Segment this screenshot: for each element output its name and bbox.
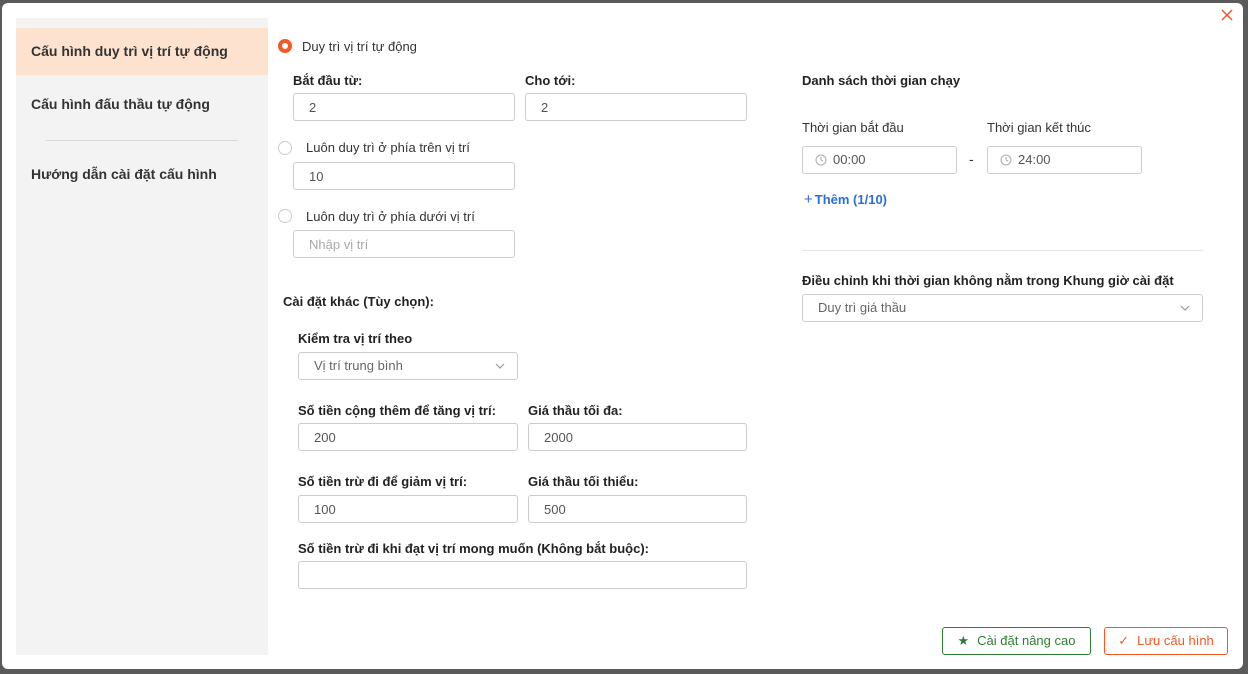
radio-auto-position[interactable] [278, 39, 292, 53]
radio-auto-position-label: Duy trì vị trí tự động [302, 39, 417, 54]
start-time-label: Thời gian bắt đầu [802, 120, 904, 135]
time-separator: - [969, 151, 974, 167]
advanced-settings-button[interactable]: ★ Cài đặt nâng cao [942, 627, 1091, 655]
start-time-input[interactable]: 00:00 [802, 146, 957, 174]
adjust-select[interactable]: Duy trì giá thầu [802, 294, 1203, 322]
radio-above-position-label: Luôn duy trì ở phía trên vị trí [306, 140, 470, 155]
above-position-input[interactable] [293, 162, 515, 190]
check-icon: ✓ [1118, 633, 1130, 648]
sidebar-item-guide[interactable]: Hướng dẫn cài đặt cấu hình [16, 151, 268, 198]
from-input[interactable] [293, 93, 515, 121]
sidebar-divider [46, 140, 238, 141]
adjust-label: Điều chỉnh khi thời gian không nằm trong… [802, 273, 1174, 288]
close-icon[interactable] [1219, 7, 1235, 23]
advanced-settings-label: Cài đặt nâng cao [977, 633, 1076, 648]
chevron-down-icon [1180, 305, 1190, 311]
min-bid-input[interactable] [528, 495, 747, 523]
config-modal: Cấu hình duy trì vị trí tự động Cấu hình… [2, 3, 1243, 669]
to-input[interactable] [525, 93, 747, 121]
decrease-amount-label: Số tiền trừ đi để giảm vị trí: [298, 474, 468, 489]
sidebar-item-auto-position[interactable]: Cấu hình duy trì vị trí tự động [16, 28, 268, 75]
save-config-button[interactable]: ✓ Lưu cấu hình [1104, 627, 1228, 655]
clock-icon [1000, 154, 1012, 166]
end-time-input[interactable]: 24:00 [987, 146, 1142, 174]
decrease-amount-input[interactable] [298, 495, 518, 523]
to-label: Cho tới: [525, 73, 576, 88]
chevron-down-icon [495, 363, 505, 369]
plus-icon: + [804, 191, 813, 208]
radio-below-position-label: Luôn duy trì ở phía dưới vị trí [306, 209, 475, 224]
adjust-value: Duy trì giá thầu [818, 300, 907, 315]
radio-below-position[interactable] [278, 209, 292, 223]
radio-above-position[interactable] [278, 141, 292, 155]
increase-amount-input[interactable] [298, 423, 518, 451]
from-label: Bắt đầu từ: [293, 73, 363, 88]
sidebar: Cấu hình duy trì vị trí tự động Cấu hình… [16, 18, 268, 655]
star-icon: ★ [957, 633, 970, 648]
check-position-label: Kiểm tra vị trí theo [298, 331, 413, 346]
schedule-divider [802, 250, 1203, 251]
schedule-title: Danh sách thời gian chạy [802, 73, 961, 88]
sidebar-item-auto-bidding[interactable]: Cấu hình đấu thầu tự động [16, 81, 268, 128]
end-time-value: 24:00 [1018, 152, 1051, 167]
start-time-value: 00:00 [833, 152, 866, 167]
max-bid-input[interactable] [528, 423, 747, 451]
add-time-label: Thêm (1/10) [814, 192, 888, 207]
max-bid-label: Giá thầu tối đa: [528, 403, 623, 418]
check-position-select[interactable]: Vị trí trung bình [298, 352, 518, 380]
increase-amount-label: Số tiền cộng thêm để tăng vị trí: [298, 403, 496, 418]
below-position-input[interactable] [293, 230, 515, 258]
min-bid-label: Giá thầu tối thiểu: [528, 474, 639, 489]
other-settings-title: Cài đặt khác (Tùy chọn): [283, 294, 434, 309]
add-time-button[interactable]: + Thêm (1/10) [804, 191, 887, 208]
desired-amount-label: Số tiền trừ đi khi đạt vị trí mong muốn … [298, 541, 649, 556]
end-time-label: Thời gian kết thúc [987, 120, 1091, 135]
save-config-label: Lưu cấu hình [1137, 633, 1214, 648]
clock-icon [815, 154, 827, 166]
desired-amount-input[interactable] [298, 561, 747, 589]
check-position-value: Vị trí trung bình [314, 358, 403, 373]
